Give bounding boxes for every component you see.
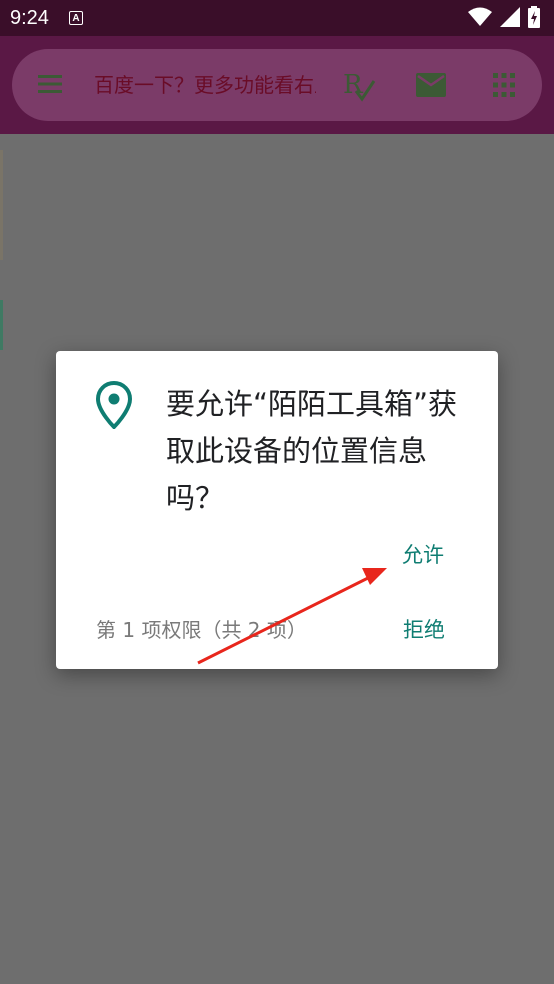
mail-icon[interactable] xyxy=(416,73,446,97)
allow-button[interactable]: 允许 xyxy=(402,539,444,569)
notification-icon: A xyxy=(68,11,83,25)
background-strip xyxy=(0,150,3,260)
wifi-icon xyxy=(468,7,492,26)
permission-count: 第 1 项权限（共 2 项） xyxy=(96,618,307,642)
permission-dialog: 要允许“陌陌工具箱”获取此设备的位置信息吗？ 允许 第 1 项权限（共 2 项）… xyxy=(56,351,498,669)
app-bar: 百度一下？更多功能看右上角 R xyxy=(0,36,554,134)
deny-button[interactable]: 拒绝 xyxy=(403,614,445,644)
menu-icon[interactable] xyxy=(38,74,62,94)
rx-icon[interactable]: R xyxy=(342,67,376,103)
dialog-title: 要允许“陌陌工具箱”获取此设备的位置信息吗？ xyxy=(166,387,458,515)
search-text[interactable]: 百度一下？更多功能看右上角 xyxy=(94,71,316,99)
status-icons xyxy=(468,6,540,28)
status-time: 9:24 xyxy=(10,6,49,29)
location-pin-icon xyxy=(96,381,132,429)
signal-icon xyxy=(500,7,520,27)
grid-icon[interactable] xyxy=(493,73,515,97)
status-bar: 9:24 A xyxy=(0,0,554,36)
search-bar[interactable]: 百度一下？更多功能看右上角 R xyxy=(12,49,542,121)
battery-icon xyxy=(528,6,540,28)
background-strip xyxy=(0,300,3,350)
